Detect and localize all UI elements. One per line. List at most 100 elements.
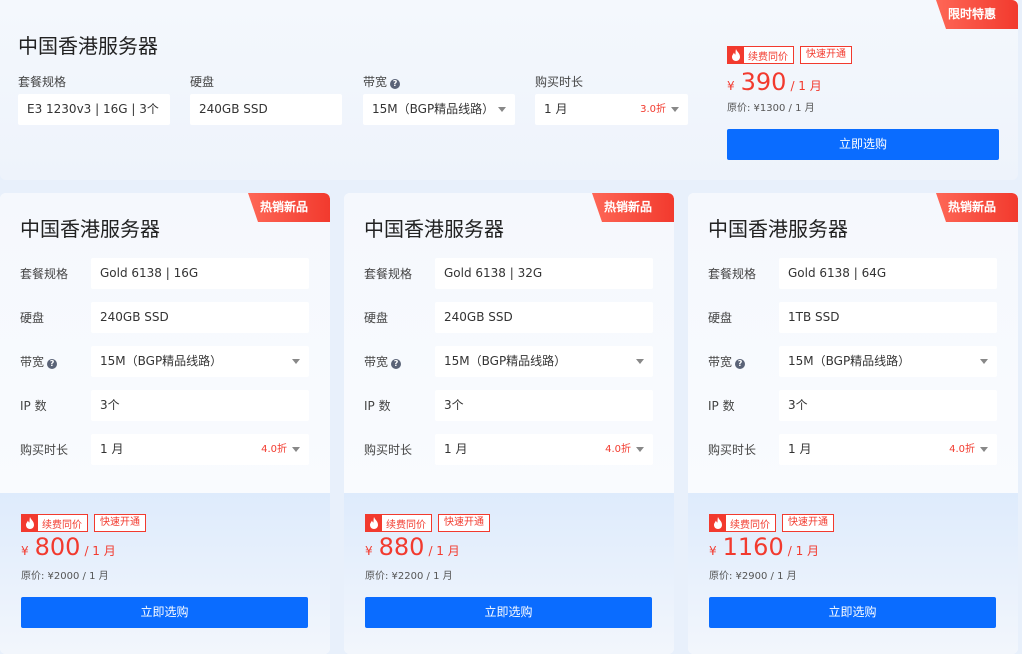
disk-field-label-wrap: 硬盘 [364, 309, 388, 326]
price: ¥1160/ 1 月 [709, 533, 819, 561]
disk-field-label-wrap: 硬盘 [20, 309, 44, 326]
duration-value: 1 月 [544, 102, 568, 116]
bandwidth-select-label: 带宽 [364, 355, 389, 369]
currency-symbol: ¥ [21, 544, 29, 558]
buy-now-button[interactable]: 立即选购 [21, 597, 308, 628]
duration-select-label: 购买时长 [20, 443, 69, 457]
currency-symbol: ¥ [727, 79, 735, 93]
duration-select-label-wrap: 购买时长 [20, 441, 68, 458]
disk-field-label: 硬盘 [20, 311, 45, 325]
duration-select-label: 购买时长 [708, 443, 757, 457]
renew-badge-label: 续费同价 [42, 519, 82, 531]
disk-field: 240GB SSD [190, 94, 342, 125]
help-icon[interactable]: ? [390, 79, 401, 89]
help-icon[interactable]: ? [735, 359, 746, 369]
disk-field-value: 240GB SSD [100, 310, 169, 324]
duration-select[interactable]: 1 月 3.0折 [535, 94, 688, 125]
renew-badge-label: 续费同价 [386, 519, 426, 531]
plan-card: 热销新品 中国香港服务器 套餐规格 Gold 6138 | 16G 硬盘 240… [0, 193, 330, 654]
original-price: 原价: ¥1300 / 1 月 [727, 103, 815, 114]
fast-setup-badge: 快速开通 [94, 514, 146, 532]
disk-field: 240GB SSD [435, 302, 653, 333]
buy-now-button[interactable]: 立即选购 [727, 129, 999, 160]
disk-field-label-wrap: 硬盘 [708, 309, 732, 326]
bandwidth-select[interactable]: 15M（BGP精品线路） [363, 94, 515, 125]
fast-setup-badge: 快速开通 [438, 514, 490, 532]
ip-count-field-label-wrap: IP 数 [708, 397, 735, 414]
buy-now-button[interactable]: 立即选购 [365, 597, 652, 628]
disk-field-value: 240GB SSD [444, 310, 513, 324]
original-price: 原价: ¥2900 / 1 月 [709, 571, 797, 582]
spec-field-label: 套餐规格 [20, 267, 69, 281]
plan-title: 中国香港服务器 [708, 217, 848, 241]
currency-symbol: ¥ [365, 544, 373, 558]
bandwidth-label-wrap: 带宽? [363, 73, 401, 90]
spec-field: Gold 6138 | 64G [779, 258, 997, 289]
renew-same-price-badge: 续费同价 [365, 514, 432, 532]
badge-row: 续费同价 快速开通 [21, 514, 146, 532]
ip-count-field-value: 3个 [444, 398, 464, 412]
plan-card: 热销新品 中国香港服务器 套餐规格 Gold 6138 | 64G 硬盘 1TB… [688, 193, 1018, 654]
fire-icon [728, 47, 744, 63]
price: ¥880/ 1 月 [365, 533, 460, 561]
disk-field-value: 1TB SSD [788, 310, 840, 324]
duration-label: 购买时长 [535, 75, 584, 89]
duration-select-label-wrap: 购买时长 [708, 441, 756, 458]
bandwidth-select-value: 15M（BGP精品线路） [100, 354, 223, 368]
price: ¥390/ 1 月 [727, 68, 822, 96]
price-amount: 880 [378, 533, 425, 561]
renew-badge-label: 续费同价 [730, 519, 770, 531]
bandwidth-select-value: 15M（BGP精品线路） [788, 354, 911, 368]
spec-field-label-wrap: 套餐规格 [364, 265, 412, 282]
spec-field-value: Gold 6138 | 64G [788, 266, 887, 280]
fast-setup-badge: 快速开通 [800, 46, 852, 64]
ip-count-field-label-wrap: IP 数 [20, 397, 47, 414]
price-unit: / 1 月 [84, 544, 116, 558]
bandwidth-select-label-wrap: 带宽? [708, 353, 746, 370]
ip-count-field-label: IP 数 [20, 399, 47, 413]
disk-field-label: 硬盘 [364, 311, 389, 325]
ip-count-field-label-wrap: IP 数 [364, 397, 391, 414]
bandwidth-select-label-wrap: 带宽? [20, 353, 58, 370]
discount-tag: 4.0折 [949, 444, 975, 455]
help-icon[interactable]: ? [391, 359, 402, 369]
chevron-down-icon [980, 447, 988, 452]
duration-select[interactable]: 1 月 4.0折 [779, 434, 997, 465]
ip-count-field-value: 3个 [788, 398, 808, 412]
bandwidth-value: 15M（BGP精品线路） [372, 102, 495, 116]
plan-title: 中国香港服务器 [18, 34, 158, 58]
duration-select[interactable]: 1 月 4.0折 [435, 434, 653, 465]
buy-now-button[interactable]: 立即选购 [709, 597, 996, 628]
price-amount: 1160 [722, 533, 784, 561]
limited-offer-ribbon: 限时特惠 [936, 0, 1018, 29]
bandwidth-select[interactable]: 15M（BGP精品线路） [779, 346, 997, 377]
spec-field-label-wrap: 套餐规格 [708, 265, 756, 282]
original-price: 原价: ¥2200 / 1 月 [365, 571, 453, 582]
disk-label: 硬盘 [190, 75, 215, 89]
duration-select-value: 1 月 [100, 442, 124, 456]
fire-icon [22, 515, 38, 531]
chevron-down-icon [498, 107, 506, 112]
original-price: 原价: ¥2000 / 1 月 [21, 571, 109, 582]
chevron-down-icon [671, 107, 679, 112]
discount-tag: 3.0折 [640, 104, 666, 115]
help-icon[interactable]: ? [47, 359, 58, 369]
price-unit: / 1 月 [787, 544, 820, 558]
spec-field-label: 套餐规格 [364, 267, 413, 281]
ip-count-field-label: IP 数 [364, 399, 391, 413]
renew-same-price-badge: 续费同价 [709, 514, 776, 532]
spec-value: E3 1230v3 | 16G | 3个 [27, 102, 159, 116]
duration-select[interactable]: 1 月 4.0折 [91, 434, 309, 465]
duration-select-value: 1 月 [788, 442, 812, 456]
spec-field-label-wrap: 套餐规格 [20, 265, 68, 282]
fire-icon [366, 515, 382, 531]
fast-setup-badge: 快速开通 [782, 514, 834, 532]
chevron-down-icon [636, 447, 644, 452]
bandwidth-select[interactable]: 15M（BGP精品线路） [91, 346, 309, 377]
badge-row: 续费同价 快速开通 [365, 514, 490, 532]
badge-row: 续费同价 快速开通 [727, 46, 852, 64]
fire-icon [710, 515, 726, 531]
bandwidth-select-label: 带宽 [708, 355, 733, 369]
ip-count-field: 3个 [779, 390, 997, 421]
bandwidth-select[interactable]: 15M（BGP精品线路） [435, 346, 653, 377]
